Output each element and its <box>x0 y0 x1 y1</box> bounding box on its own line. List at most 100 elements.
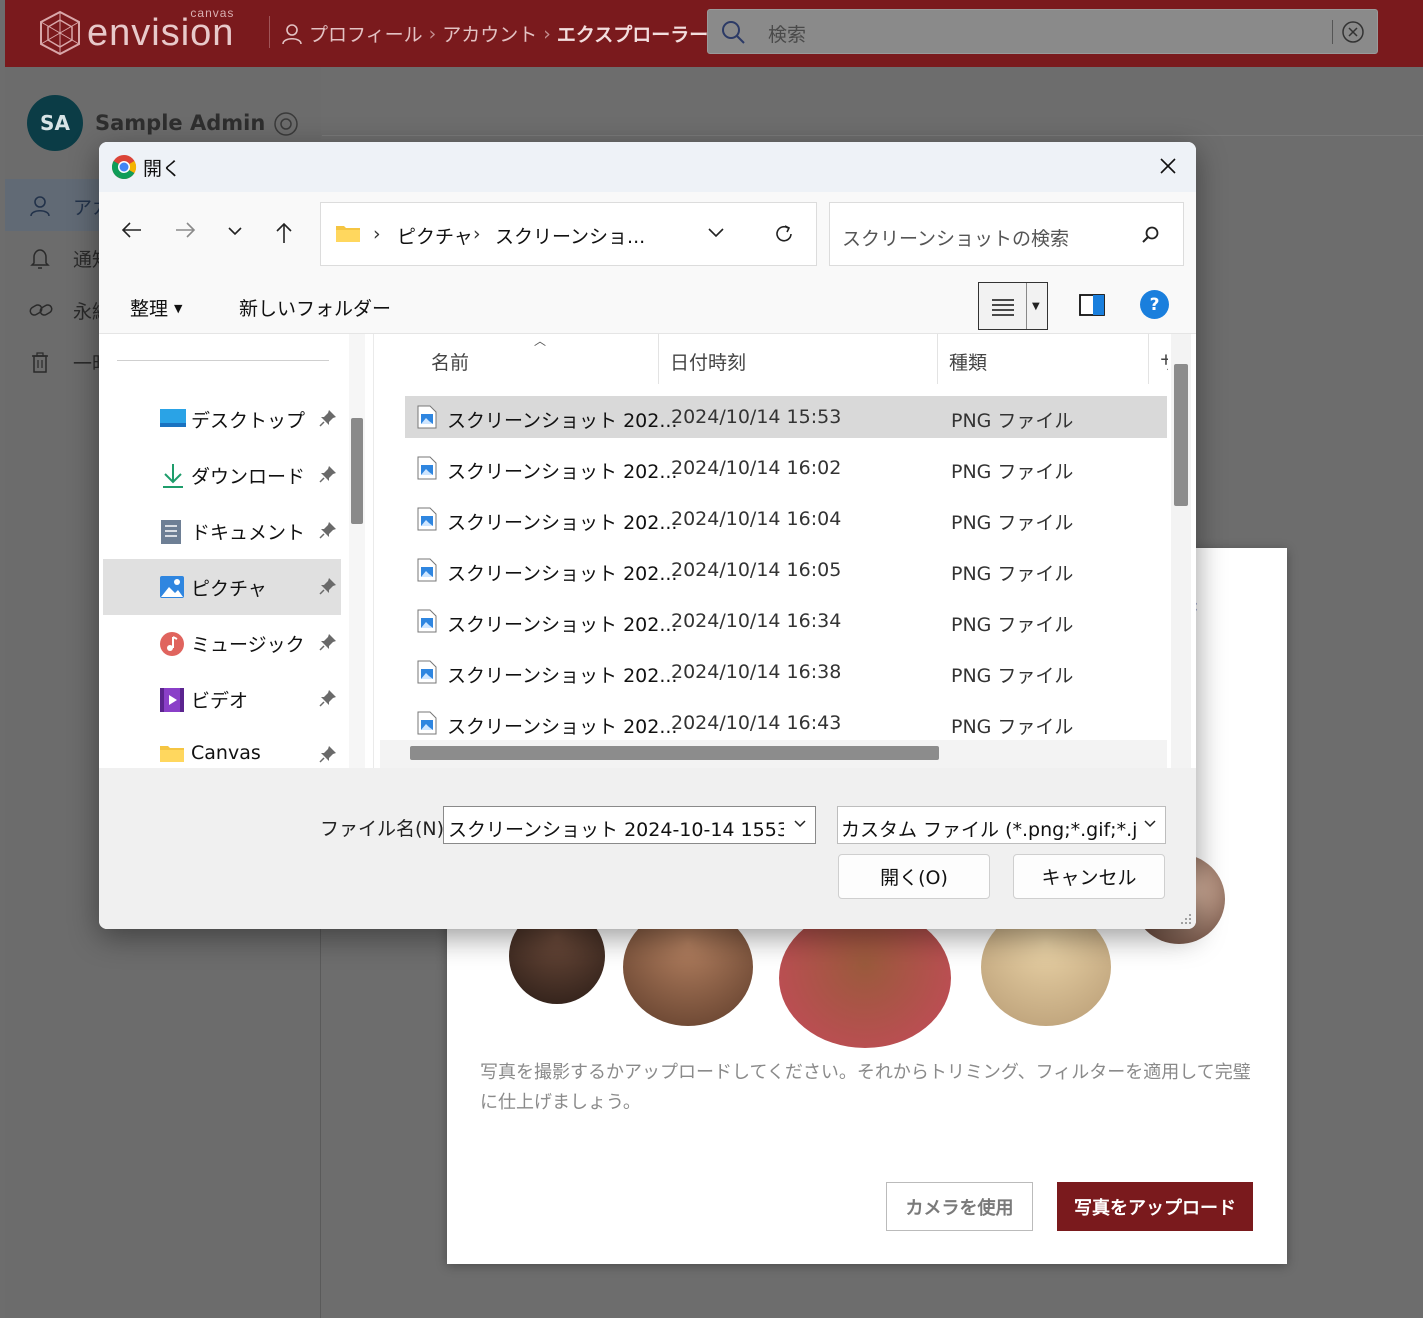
refresh-icon[interactable] <box>773 223 795 245</box>
file-row[interactable]: スクリーンショット 202... 2024/10/14 16:05 PNG ファイル <box>405 549 1167 591</box>
pin-icon[interactable] <box>319 689 337 707</box>
file-type: PNG ファイル <box>951 410 1074 432</box>
address-separator: › <box>473 223 481 245</box>
dialog-toolbar: 整理 ▼ 新しいフォルダー ▼ ? <box>99 276 1196 334</box>
avatar[interactable]: SA <box>27 95 83 151</box>
help-icon[interactable]: ? <box>1140 290 1169 319</box>
chevron-down-icon[interactable] <box>793 819 807 829</box>
close-icon[interactable] <box>1158 156 1178 176</box>
png-file-icon <box>417 456 437 480</box>
folder-icon <box>336 226 360 242</box>
caret-down-icon[interactable]: ▼ <box>1032 301 1040 312</box>
column-divider[interactable] <box>937 334 938 384</box>
chevron-down-icon[interactable] <box>707 227 725 239</box>
pin-icon[interactable] <box>319 633 337 651</box>
logo[interactable]: envision canvas <box>39 6 234 56</box>
search-divider <box>1332 20 1333 44</box>
file-row[interactable]: スクリーンショット 202... 2024/10/14 15:53 PNG ファイル <box>405 396 1167 438</box>
column-divider[interactable] <box>1148 334 1149 384</box>
column-header-date[interactable]: 日付時刻 <box>670 348 746 375</box>
forward-arrow-icon[interactable] <box>174 220 196 240</box>
address-crumb-screenshots[interactable]: スクリーンショ... <box>495 222 645 249</box>
quick-access-downloads[interactable]: ダウンロード <box>103 447 341 503</box>
file-row[interactable]: スクリーンショット 202... 2024/10/14 16:43 PNG ファイル <box>405 702 1167 744</box>
quick-access-videos[interactable]: ビデオ <box>103 671 341 727</box>
pin-icon[interactable] <box>319 745 337 763</box>
view-options-button[interactable]: ▼ <box>978 282 1048 330</box>
topbar-divider <box>269 16 270 48</box>
settings-icon[interactable] <box>273 111 299 137</box>
column-divider[interactable] <box>658 334 659 384</box>
column-header-name[interactable]: 名前 <box>431 348 469 375</box>
user-name: Sample Admin <box>95 111 266 135</box>
details-view-icon <box>992 299 1014 316</box>
bell-icon <box>30 249 50 269</box>
clear-search-icon[interactable] <box>1341 20 1365 44</box>
new-folder-button[interactable]: 新しいフォルダー <box>239 294 391 321</box>
quick-access-documents[interactable]: ドキュメント <box>103 503 341 559</box>
upload-photo-button[interactable]: 写真をアップロード <box>1057 1182 1253 1231</box>
file-row[interactable]: スクリーンショット 202... 2024/10/14 16:04 PNG ファイル <box>405 498 1167 540</box>
top-bar: envision canvas プロフィール › アカウント › エクスプローラー… <box>5 0 1423 67</box>
chevron-down-icon <box>1144 820 1156 828</box>
pin-icon[interactable] <box>319 577 337 595</box>
address-crumb-pictures[interactable]: ピクチャ <box>397 222 473 249</box>
file-type: PNG ファイル <box>951 614 1074 636</box>
chevron-down-icon[interactable] <box>227 226 243 236</box>
navigation-scrollbar-thumb[interactable] <box>351 418 363 524</box>
pictures-icon <box>160 576 184 598</box>
search-placeholder: 検索 <box>768 24 807 46</box>
file-list-vertical-scrollbar-thumb[interactable] <box>1174 364 1188 506</box>
filename-input[interactable]: スクリーンショット 2024-10-14 155330.png <box>443 806 816 844</box>
file-date: 2024/10/14 16:38 <box>671 661 842 683</box>
use-camera-button[interactable]: カメラを使用 <box>886 1182 1033 1231</box>
breadcrumb-profile[interactable]: プロフィール <box>309 20 423 47</box>
breadcrumb-account[interactable]: アカウント <box>442 20 537 47</box>
organize-menu[interactable]: 整理 ▼ <box>130 294 182 321</box>
pin-icon[interactable] <box>319 521 337 539</box>
breadcrumb: プロフィール › アカウント › エクスプローラー <box>281 20 708 47</box>
resize-grip-icon[interactable] <box>1180 913 1192 925</box>
navigation-scrollbar[interactable] <box>349 334 365 768</box>
quick-access-label: デスクトップ <box>191 410 306 432</box>
preview-pane-icon[interactable] <box>1079 294 1105 316</box>
back-arrow-icon[interactable] <box>121 220 143 240</box>
folder-search-input[interactable]: スクリーンショットの検索 <box>829 202 1184 266</box>
file-type: PNG ファイル <box>951 716 1074 738</box>
open-button[interactable]: 開く(O) <box>838 854 990 899</box>
caret-down-icon: ▼ <box>174 302 183 315</box>
pin-icon[interactable] <box>319 465 337 483</box>
file-row[interactable]: スクリーンショット 202... 2024/10/14 16:34 PNG ファイル <box>405 600 1167 642</box>
png-file-icon <box>417 405 437 429</box>
photo-instructions: 写真を撮影するかアップロードしてください。それからトリミング、フィルターを適用し… <box>480 1062 1251 1113</box>
quick-access-desktop[interactable]: デスクトップ <box>103 391 341 447</box>
file-type-select[interactable]: カスタム ファイル (*.png;*.gif;*.jfif;*.jpg) <box>837 806 1166 844</box>
music-icon <box>160 632 184 656</box>
file-list-horizontal-scrollbar-thumb[interactable] <box>410 746 939 760</box>
quick-access-label: ピクチャ <box>191 578 267 600</box>
navigation-divider <box>117 360 329 361</box>
column-header-size[interactable]: サ <box>1160 348 1168 375</box>
file-row[interactable]: スクリーンショット 202... 2024/10/14 16:38 PNG ファイル <box>405 651 1167 693</box>
quick-access-pictures[interactable]: ピクチャ <box>103 559 341 615</box>
breadcrumb-explorer[interactable]: エクスプローラー <box>557 20 708 47</box>
file-name: スクリーンショット 202... <box>447 716 678 738</box>
navigation-pane: デスクトップ ダウンロード ドキュメント ピクチャ ミュージック ビデオ Can… <box>99 334 365 768</box>
pin-icon[interactable] <box>319 409 337 427</box>
search-input[interactable]: 検索 <box>707 9 1378 54</box>
file-date: 2024/10/14 15:53 <box>671 406 842 428</box>
dialog-footer: ファイル名(N): スクリーンショット 2024-10-14 155330.pn… <box>99 768 1196 929</box>
breadcrumb-separator: › <box>428 22 437 45</box>
quick-access-music[interactable]: ミュージック <box>103 615 341 671</box>
file-open-dialog: 開く › ピクチャ › スクリーンショ... スクリーンショットの検索 整理 ▼ … <box>99 142 1196 929</box>
file-row[interactable]: スクリーンショット 202... 2024/10/14 16:02 PNG ファイル <box>405 447 1167 489</box>
logo-subtext: canvas <box>190 5 235 20</box>
quick-access-label: ドキュメント <box>191 522 306 544</box>
cancel-button[interactable]: キャンセル <box>1013 854 1165 899</box>
column-header-type[interactable]: 種類 <box>949 348 987 375</box>
up-arrow-icon[interactable] <box>274 222 294 244</box>
file-type: PNG ファイル <box>951 563 1074 585</box>
quick-access-label: Canvas <box>191 742 261 764</box>
address-bar[interactable]: › ピクチャ › スクリーンショ... <box>320 202 817 266</box>
sort-ascending-icon: ︿ <box>534 334 547 348</box>
